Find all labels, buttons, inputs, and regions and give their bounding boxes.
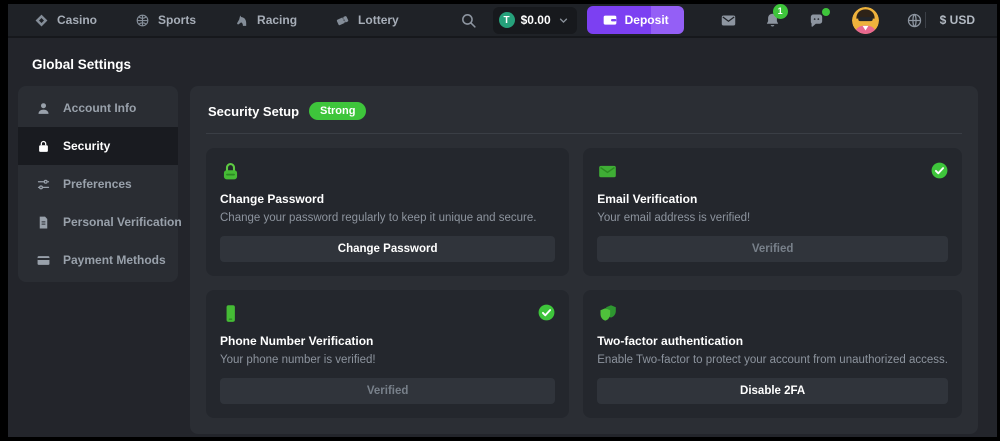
document-icon <box>36 215 51 230</box>
sidebar-item-preferences[interactable]: Preferences <box>18 165 178 203</box>
deposit-label: Deposit <box>625 13 669 27</box>
balance-amount: $0.00 <box>521 13 551 27</box>
search-button[interactable] <box>460 12 477 29</box>
nav-item-sports[interactable]: Sports <box>135 13 196 28</box>
card-description: Your phone number is verified! <box>220 354 555 366</box>
green-lock-icon <box>220 161 555 182</box>
casino-icon <box>34 13 49 28</box>
disable-2fa-button[interactable]: Disable 2FA <box>597 378 948 404</box>
green-shields-icon <box>597 303 948 324</box>
card-description: Your email address is verified! <box>597 212 948 224</box>
sidebar-item-account-info[interactable]: Account Info <box>18 89 178 127</box>
notification-count-badge: 1 <box>773 4 788 19</box>
chat-button[interactable] <box>808 12 825 29</box>
lottery-icon <box>335 13 350 28</box>
avatar-image <box>852 7 879 34</box>
verified-check-icon <box>537 303 556 322</box>
change-password-button[interactable]: Change Password <box>220 236 555 262</box>
sidebar-item-label: Security <box>63 139 110 153</box>
topbar-icons: 1 <box>720 7 923 34</box>
notifications-button[interactable]: 1 <box>764 12 781 29</box>
app-screen: Casino Sports Racing Lottery T $0.00 <box>8 4 997 437</box>
sports-icon <box>135 13 150 28</box>
lock-icon <box>36 139 51 154</box>
chat-online-dot <box>822 8 830 16</box>
credit-card-icon <box>36 253 51 268</box>
nav-item-lottery[interactable]: Lottery <box>335 13 399 28</box>
sidebar-item-security[interactable]: Security <box>18 127 178 165</box>
settings-page: Global Settings Account Info Security Pr… <box>8 57 997 434</box>
nav-label: Racing <box>257 13 297 27</box>
racing-icon <box>234 13 249 28</box>
sidebar-item-label: Personal Verification <box>63 215 182 229</box>
sidebar-item-label: Account Info <box>63 101 136 115</box>
phone-verified-button[interactable]: Verified <box>220 378 555 404</box>
nav-item-racing[interactable]: Racing <box>234 13 297 28</box>
card-title: Change Password <box>220 192 555 206</box>
green-phone-icon <box>220 303 555 324</box>
settings-sidebar: Account Info Security Preferences Person… <box>18 86 178 282</box>
language-button[interactable] <box>906 12 923 29</box>
sidebar-item-label: Payment Methods <box>63 253 166 267</box>
topbar-divider <box>925 12 926 28</box>
card-title: Phone Number Verification <box>220 334 555 348</box>
security-cards-grid: Change Password Change your password reg… <box>206 148 962 418</box>
sidebar-item-label: Preferences <box>63 177 132 191</box>
security-setup-panel: Security Setup Strong Change Password Ch… <box>190 86 978 434</box>
nav-label: Lottery <box>358 13 399 27</box>
card-description: Enable Two-factor to protect your accoun… <box>597 354 948 366</box>
verified-check-icon <box>930 161 949 180</box>
green-envelope-icon <box>597 161 948 182</box>
primary-nav: Casino Sports Racing Lottery <box>34 13 399 28</box>
nav-item-casino[interactable]: Casino <box>34 13 97 28</box>
globe-icon <box>906 12 923 29</box>
preferences-icon <box>36 177 51 192</box>
email-verified-button[interactable]: Verified <box>597 236 948 262</box>
tether-coin-icon: T <box>499 12 515 28</box>
user-avatar[interactable] <box>852 7 879 34</box>
panel-header: Security Setup Strong <box>206 99 962 134</box>
two-factor-card: Two-factor authentication Enable Two-fac… <box>583 290 962 418</box>
deposit-button[interactable]: Deposit <box>587 6 684 34</box>
page-title: Global Settings <box>32 57 978 72</box>
chevron-down-icon <box>557 14 570 27</box>
wallet-balance-dropdown[interactable]: T $0.00 <box>493 7 577 34</box>
wallet-icon <box>602 12 618 28</box>
panel-title: Security Setup <box>208 104 299 119</box>
change-password-card: Change Password Change your password reg… <box>206 148 569 276</box>
sidebar-item-payment-methods[interactable]: Payment Methods <box>18 241 178 279</box>
mail-button[interactable] <box>720 12 737 29</box>
top-nav-bar: Casino Sports Racing Lottery T $0.00 <box>8 4 997 38</box>
topbar-right: T $0.00 Deposit 1 <box>460 6 975 34</box>
card-title: Two-factor authentication <box>597 334 948 348</box>
email-verification-card: Email Verification Your email address is… <box>583 148 962 276</box>
strength-badge: Strong <box>309 102 366 120</box>
mail-icon <box>720 12 737 29</box>
search-icon <box>460 12 477 29</box>
user-icon <box>36 101 51 116</box>
card-title: Email Verification <box>597 192 948 206</box>
sidebar-item-personal-verification[interactable]: Personal Verification <box>18 203 178 241</box>
nav-label: Sports <box>158 13 196 27</box>
card-description: Change your password regularly to keep i… <box>220 212 555 224</box>
nav-label: Casino <box>57 13 97 27</box>
currency-selector[interactable]: $ USD <box>940 13 975 27</box>
phone-verification-card: Phone Number Verification Your phone num… <box>206 290 569 418</box>
